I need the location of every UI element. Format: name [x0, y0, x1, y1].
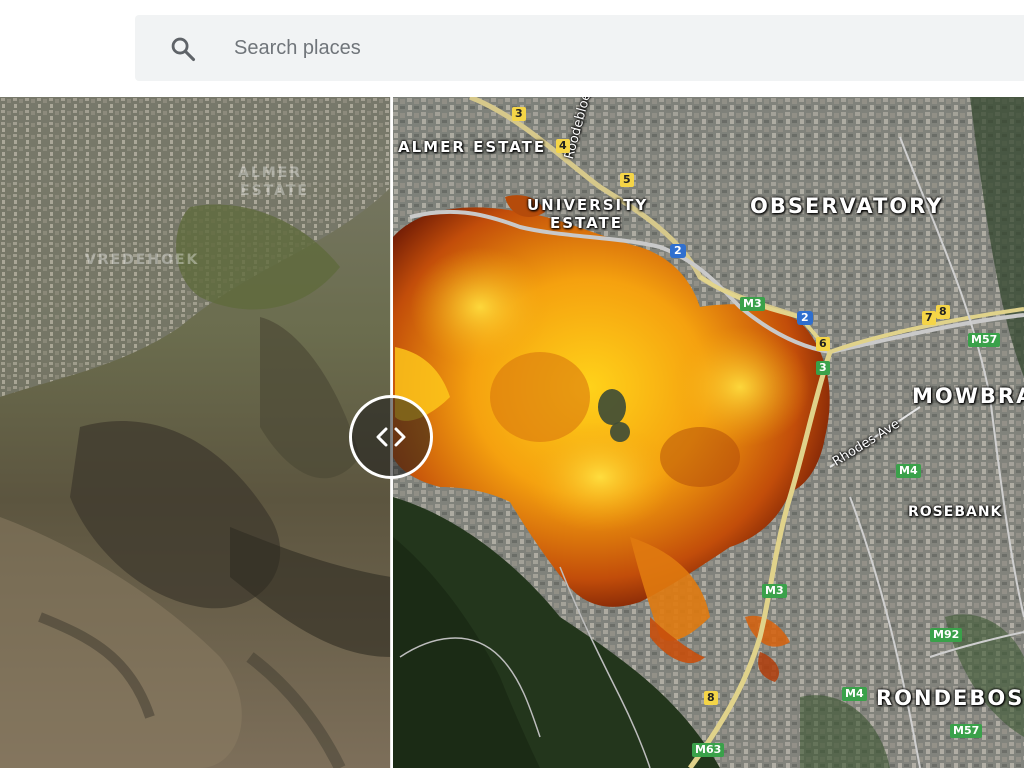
route-shield: M92	[930, 628, 963, 642]
route-shield: 5	[620, 173, 634, 187]
search-input[interactable]	[234, 32, 934, 64]
map-label-rondebosch: RONDEBOS	[876, 686, 1024, 710]
route-shield: M3	[762, 584, 787, 598]
route-shield: 3	[816, 361, 830, 375]
route-shield: M4	[896, 464, 921, 478]
top-bar	[0, 0, 1024, 97]
map-label-mowbray: MOWBRA	[912, 384, 1024, 408]
left-satellite-layer	[0, 97, 391, 768]
route-shield: 7	[922, 311, 936, 325]
route-shield: M3	[740, 297, 765, 311]
route-shield: M63	[692, 743, 725, 757]
map-label-faint-estate: ESTATE	[240, 183, 309, 199]
map-label-faint-vredehoek: VREDEHOEK	[85, 252, 200, 268]
map-label-estate: ESTATE	[550, 214, 624, 232]
route-shield: 2	[670, 244, 686, 258]
route-shield: 2	[797, 311, 813, 325]
search-icon[interactable]	[169, 35, 197, 63]
route-shield: 4	[556, 139, 570, 153]
compare-arrows-icon	[376, 427, 406, 447]
route-shield: 8	[704, 691, 718, 705]
route-shield: 6	[816, 337, 830, 351]
map-label-observatory: OBSERVATORY	[750, 194, 944, 218]
route-shield: M4	[842, 687, 867, 701]
map-viewport[interactable]: ALMER ESTATE VREDEHOEK ALMER ESTATE Rood…	[0, 97, 1024, 768]
route-shield: M57	[968, 333, 1001, 347]
route-shield: 8	[936, 305, 950, 319]
map-label-university: UNIVERSITY	[527, 196, 649, 214]
compare-slider-handle[interactable]	[349, 395, 433, 479]
map-label-faint-walmer: ALMER	[238, 165, 303, 181]
route-shield: 3	[512, 107, 526, 121]
map-label-walmer-estate: ALMER ESTATE	[398, 138, 547, 156]
route-shield: M57	[950, 724, 983, 738]
map-label-rosebank: ROSEBANK	[908, 504, 1003, 520]
